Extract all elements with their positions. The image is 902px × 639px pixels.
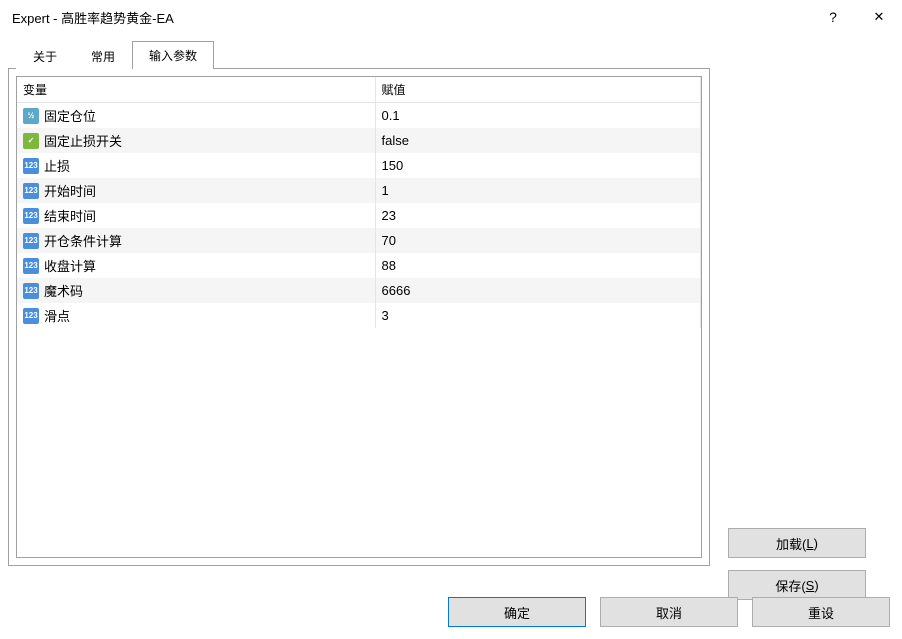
- table-row[interactable]: 123 开始时间 1: [17, 178, 701, 203]
- table-row[interactable]: 123 结束时间 23: [17, 203, 701, 228]
- ok-button[interactable]: 确定: [448, 597, 586, 627]
- int-type-icon: 123: [23, 208, 39, 224]
- table-row[interactable]: 123 滑点 3: [17, 303, 701, 328]
- table-row[interactable]: ✓ 固定止损开关 false: [17, 128, 701, 153]
- variable-cell[interactable]: 123 止损: [17, 153, 375, 178]
- variable-cell[interactable]: 123 开始时间: [17, 178, 375, 203]
- int-type-icon: 123: [23, 308, 39, 324]
- value-cell[interactable]: 88: [375, 253, 701, 278]
- variable-cell[interactable]: ✓ 固定止损开关: [17, 128, 375, 153]
- table-row[interactable]: ½ 固定仓位 0.1: [17, 103, 701, 129]
- tabs: 关于 常用 输入参数: [16, 40, 894, 68]
- load-button[interactable]: 加载(L): [728, 528, 866, 558]
- value-cell[interactable]: 70: [375, 228, 701, 253]
- close-button[interactable]: ✕: [856, 0, 902, 34]
- table-row[interactable]: 123 开仓条件计算 70: [17, 228, 701, 253]
- int-type-icon: 123: [23, 283, 39, 299]
- variable-name: 固定仓位: [44, 106, 96, 125]
- tab-inputs[interactable]: 输入参数: [132, 41, 214, 69]
- int-type-icon: 123: [23, 258, 39, 274]
- variable-name: 止损: [44, 156, 70, 175]
- variable-name: 固定止损开关: [44, 131, 122, 150]
- cancel-button[interactable]: 取消: [600, 597, 738, 627]
- variable-name: 滑点: [44, 306, 70, 325]
- double-type-icon: ½: [23, 108, 39, 124]
- variable-name: 开始时间: [44, 181, 96, 200]
- int-type-icon: 123: [23, 183, 39, 199]
- reset-button[interactable]: 重设: [752, 597, 890, 627]
- variable-name: 收盘计算: [44, 256, 96, 275]
- value-cell[interactable]: 3: [375, 303, 701, 328]
- value-cell[interactable]: false: [375, 128, 701, 153]
- tab-about[interactable]: 关于: [16, 42, 74, 70]
- value-cell[interactable]: 150: [375, 153, 701, 178]
- int-type-icon: 123: [23, 158, 39, 174]
- titlebar: Expert - 高胜率趋势黄金-EA ? ✕: [0, 0, 902, 34]
- variable-name: 结束时间: [44, 206, 96, 225]
- tab-common[interactable]: 常用: [74, 42, 132, 70]
- inputs-table: 变量 赋值 ½固定仓位0.1✓固定止损开关false123止损150123开始时…: [17, 77, 701, 328]
- variable-cell[interactable]: 123 滑点: [17, 303, 375, 328]
- window-title: Expert - 高胜率趋势黄金-EA: [12, 8, 810, 27]
- variable-name: 开仓条件计算: [44, 231, 122, 250]
- inputs-panel: 变量 赋值 ½固定仓位0.1✓固定止损开关false123止损150123开始时…: [8, 68, 710, 566]
- variable-cell[interactable]: 123 收盘计算: [17, 253, 375, 278]
- help-button[interactable]: ?: [810, 0, 856, 34]
- value-cell[interactable]: 23: [375, 203, 701, 228]
- int-type-icon: 123: [23, 233, 39, 249]
- variable-cell[interactable]: 123 开仓条件计算: [17, 228, 375, 253]
- variable-cell[interactable]: 123 结束时间: [17, 203, 375, 228]
- variable-cell[interactable]: ½ 固定仓位: [17, 103, 375, 129]
- save-button[interactable]: 保存(S): [728, 570, 866, 600]
- value-cell[interactable]: 0.1: [375, 103, 701, 129]
- variable-name: 魔术码: [44, 281, 83, 300]
- value-cell[interactable]: 6666: [375, 278, 701, 303]
- col-variable[interactable]: 变量: [17, 77, 375, 103]
- table-row[interactable]: 123 止损 150: [17, 153, 701, 178]
- variable-cell[interactable]: 123 魔术码: [17, 278, 375, 303]
- bool-type-icon: ✓: [23, 133, 39, 149]
- col-value[interactable]: 赋值: [375, 77, 701, 103]
- inputs-table-wrap: 变量 赋值 ½固定仓位0.1✓固定止损开关false123止损150123开始时…: [16, 76, 702, 558]
- table-row[interactable]: 123 魔术码 6666: [17, 278, 701, 303]
- value-cell[interactable]: 1: [375, 178, 701, 203]
- table-row[interactable]: 123 收盘计算 88: [17, 253, 701, 278]
